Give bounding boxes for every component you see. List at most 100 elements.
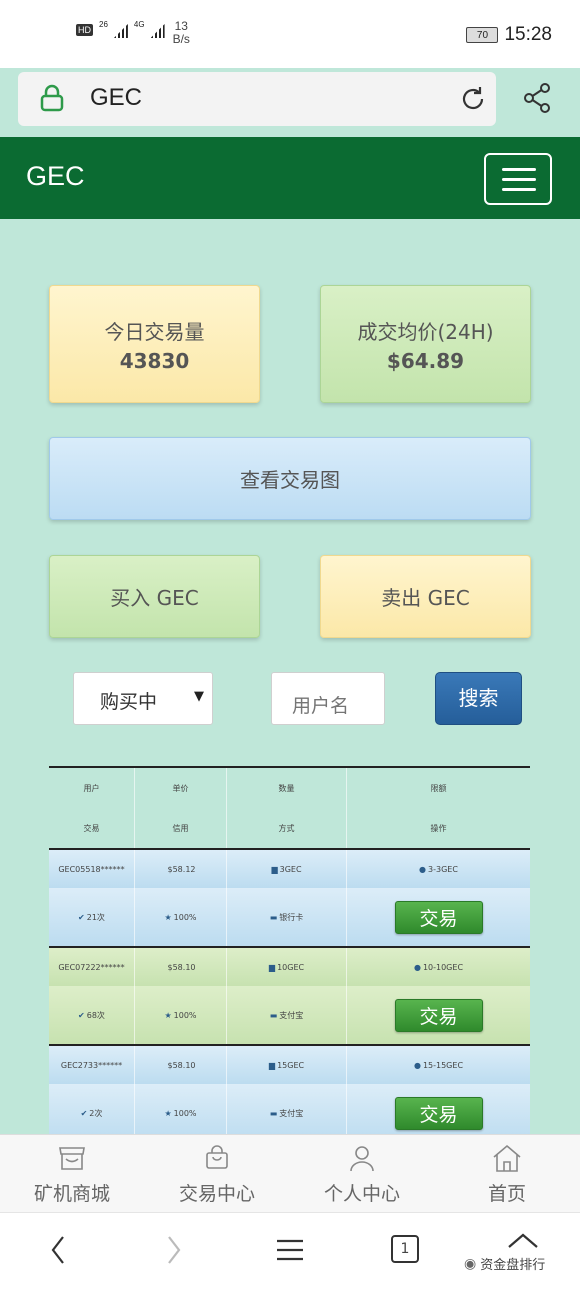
check-circle-icon: ✔ [80, 1108, 88, 1118]
nav-item-profile[interactable]: 个人中心 [292, 1141, 432, 1206]
info-icon: ● [419, 864, 427, 874]
shop-icon [59, 1147, 85, 1170]
check-circle-icon: ✔ [78, 1010, 85, 1020]
avg-price-card: 成交均价(24H) $64.89 [320, 285, 531, 403]
header-cell: 数量 [227, 768, 347, 808]
nav-item-trade[interactable]: 交易中心 [147, 1141, 287, 1206]
network-speed: 13 B/s [173, 20, 190, 46]
signal-icon [150, 24, 165, 38]
limit-value: 3-3GEC [428, 864, 458, 874]
method-value: 银行卡 [279, 912, 304, 922]
share-icon[interactable] [522, 82, 552, 114]
sell-label: 卖出 GEC [381, 586, 470, 610]
site-header: GEC [0, 137, 580, 219]
status-select-value: 购买中 [100, 691, 158, 713]
status-select[interactable]: 购买中 ▼ [73, 672, 213, 725]
qty-cell: ▆ 10GEC [227, 948, 347, 986]
trades-cell: ✔ 21次 [49, 888, 135, 946]
check-circle-icon: ✔ [78, 912, 85, 922]
user-cell: GEC2733****** [49, 1046, 135, 1084]
action-cell: 交易 [347, 986, 530, 1044]
daily-volume-label: 今日交易量 [104, 320, 205, 344]
table-row: GEC05518****** $58.12 ▆ 3GEC ● 3-3GEC ✔ 21次… [49, 848, 530, 946]
network-status: HD 26 4G 13 B/s [76, 20, 190, 46]
star-icon: ★ [164, 1010, 172, 1020]
signal-1-label: 26 [99, 20, 108, 29]
bar-chart-icon: ▆ [271, 864, 278, 874]
action-cell: 交易 [347, 888, 530, 946]
header-row: 交易 信用 方式 操作 [49, 808, 530, 848]
price-cell: $58.10 [135, 948, 227, 986]
row-line: ✔ 21次 ★ 100% ▬ 银行卡 交易 [49, 888, 530, 946]
header-cell: 信用 [135, 808, 227, 848]
trade-table: 用户 单价 数量 限额 交易 信用 方式 操作 GEC05518****** $… [49, 766, 530, 1142]
card-icon: ▬ [269, 912, 278, 922]
menu-line [502, 178, 536, 181]
credit-value: 100% [173, 912, 197, 922]
search-button[interactable]: 搜索 [435, 672, 522, 725]
credit-cell: ★ 100% [135, 888, 227, 946]
tabs-button[interactable]: 1 [391, 1235, 419, 1263]
trade-button[interactable]: 交易 [394, 998, 483, 1032]
qty-value: 10GEC [277, 962, 305, 972]
url-text[interactable]: GEC [90, 84, 142, 112]
row-line: ✔ 68次 ★ 100% ▬ 支付宝 交易 [49, 986, 530, 1044]
avg-price-value: $64.89 [386, 349, 465, 373]
card-icon: ▬ [269, 1010, 278, 1020]
nav-item-shop[interactable]: 矿机商城 [2, 1141, 142, 1206]
buy-button[interactable]: 买入 GEC [49, 555, 260, 638]
address-bar[interactable]: GEC [18, 72, 496, 126]
daily-volume-value: 43830 [119, 349, 190, 373]
limit-value: 15-15GEC [422, 1060, 464, 1070]
info-icon: ● [413, 962, 421, 972]
card-icon: ▬ [269, 1108, 278, 1118]
user-icon [350, 1146, 374, 1172]
forward-icon[interactable] [164, 1233, 184, 1267]
price-cell: $58.10 [135, 1046, 227, 1084]
price-value: $58.10 [167, 962, 196, 972]
username-input[interactable] [271, 672, 385, 725]
trade-button[interactable]: 交易 [394, 900, 483, 934]
menu-button[interactable] [484, 153, 552, 205]
view-chart-button[interactable]: 查看交易图 [49, 437, 531, 520]
method-value: 支付宝 [279, 1010, 304, 1020]
menu-line [502, 168, 536, 171]
table-row: GEC07222****** $58.10 ▆ 10GEC ● 10-10GEC ✔… [49, 946, 530, 1044]
buy-label: 买入 GEC [110, 586, 199, 610]
menu-icon[interactable] [275, 1233, 305, 1267]
back-icon[interactable] [48, 1233, 68, 1267]
nav-label: 首页 [487, 1183, 526, 1205]
header-row: 用户 单价 数量 限额 [49, 768, 530, 808]
price-cell: $58.12 [135, 850, 227, 888]
trades-value: 2次 [89, 1108, 103, 1118]
header-cell: 方式 [227, 808, 347, 848]
price-value: $58.12 [167, 864, 196, 874]
watermark: ◉ 资金盘排行 [464, 1254, 546, 1274]
status-right: 70 15:28 [466, 24, 552, 46]
reload-icon[interactable] [458, 84, 488, 114]
credit-value: 100% [173, 1010, 197, 1020]
home-icon [493, 1144, 521, 1172]
sell-button[interactable]: 卖出 GEC [320, 555, 531, 638]
header-cell: 限额 [430, 783, 447, 793]
nav-item-home[interactable]: 首页 [437, 1141, 577, 1206]
bar-chart-icon: ▆ [268, 962, 276, 972]
nav-label: 个人中心 [323, 1183, 400, 1205]
method-cell: ▬ 银行卡 [227, 888, 347, 946]
qty-cell: ▆ 15GEC [227, 1046, 347, 1084]
status-bar: HD 26 4G 13 B/s 70 15:28 [0, 0, 580, 68]
nav-label: 矿机商城 [33, 1183, 110, 1205]
method-cell: ▬ 支付宝 [227, 986, 347, 1044]
site-title[interactable]: GEC [26, 161, 85, 192]
header-cell: 用户 [49, 768, 135, 808]
speed-unit: B/s [172, 32, 190, 46]
limit-cell: ● 3-3GEC [347, 850, 530, 888]
table-header: 用户 单价 数量 限额 交易 信用 方式 操作 [49, 766, 530, 848]
header-cell: 交易 [49, 808, 135, 848]
browser-toolbar: 1 [0, 1212, 580, 1290]
watermark-text: 资金盘排行 [480, 1258, 546, 1273]
trade-button[interactable]: 交易 [394, 1096, 483, 1130]
bag-icon [206, 1145, 228, 1169]
user-cell: GEC07222****** [49, 948, 135, 986]
trades-cell: ✔ 68次 [49, 986, 135, 1044]
